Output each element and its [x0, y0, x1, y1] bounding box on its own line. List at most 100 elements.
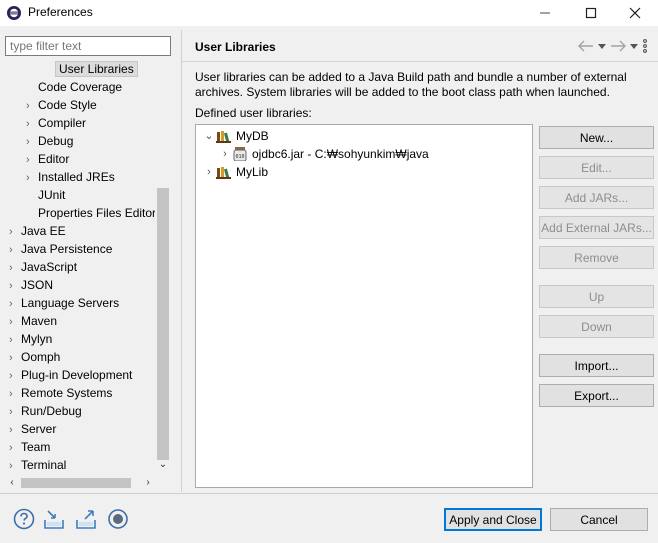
close-button[interactable] — [612, 0, 658, 26]
chevron-right-icon[interactable]: › — [218, 145, 232, 163]
chevron-right-icon[interactable]: › — [9, 259, 21, 277]
add-jars-button[interactable]: Add JARs... — [539, 186, 654, 209]
tree-item-label: JUnit — [38, 188, 66, 202]
tree-item[interactable]: › Server — [9, 420, 56, 438]
scrollbar-thumb[interactable] — [157, 188, 169, 460]
chevron-right-icon[interactable]: › — [9, 457, 21, 475]
library-icon — [216, 167, 231, 179]
chevron-right-icon[interactable]: › — [9, 331, 21, 349]
add-external-jars-button[interactable]: Add External JARs... — [539, 216, 654, 239]
tree-item[interactable]: Properties Files Editor — [26, 204, 156, 222]
tree-item-label: User Libraries — [55, 61, 138, 77]
help-icon[interactable] — [13, 508, 35, 530]
chevron-right-icon[interactable]: › — [9, 439, 21, 457]
new-button[interactable]: New... — [539, 126, 654, 149]
tree-item-label: Editor — [38, 152, 70, 166]
tree-item[interactable]: › JavaScript — [9, 258, 77, 276]
chevron-right-icon[interactable]: › — [9, 277, 21, 295]
tree-item-label: Code Style — [38, 98, 97, 112]
user-libraries-tree[interactable]: ⌄ MyDB › 010 ojdbc6.jar - C:₩sohyunkim₩java ›… — [195, 124, 533, 488]
import-button[interactable]: Import... — [539, 354, 654, 377]
page-nav — [578, 38, 648, 54]
chevron-right-icon[interactable]: › — [9, 367, 21, 385]
export-button[interactable]: Export... — [539, 384, 654, 407]
scroll-right-icon[interactable]: › — [141, 476, 155, 490]
scroll-down-icon[interactable]: ⌄ — [155, 458, 171, 472]
chevron-right-icon[interactable]: › — [9, 241, 21, 259]
chevron-right-icon[interactable]: › — [26, 169, 38, 187]
tree-item-label: Language Servers — [21, 296, 120, 310]
back-arrow-icon[interactable] — [578, 40, 594, 52]
page-header: User Libraries — [182, 30, 658, 62]
tree-item[interactable]: › Terminal — [9, 456, 66, 474]
library-entry[interactable]: ⌄ MyDB — [202, 127, 269, 145]
scroll-left-icon[interactable]: ‹ — [5, 476, 19, 490]
cancel-button[interactable]: Cancel — [550, 508, 648, 531]
tree-item[interactable]: › Plug-in Development — [9, 366, 132, 384]
tree-item[interactable]: Code Coverage — [26, 78, 122, 96]
maximize-button[interactable] — [568, 0, 614, 26]
record-icon[interactable] — [107, 508, 129, 530]
tree-horizontal-scrollbar[interactable]: ‹ › — [5, 476, 155, 490]
library-entry[interactable]: › MyLib — [202, 163, 268, 181]
chevron-right-icon[interactable]: › — [9, 295, 21, 313]
back-history-dropdown-icon[interactable] — [598, 42, 606, 50]
chevron-down-icon[interactable]: ⌄ — [202, 127, 216, 145]
chevron-right-icon[interactable]: › — [26, 97, 38, 115]
tree-item[interactable]: › Code Style — [26, 96, 97, 114]
tree-item[interactable]: › Maven — [9, 312, 57, 330]
filter-input[interactable] — [5, 36, 171, 56]
down-button[interactable]: Down — [539, 315, 654, 338]
hscrollbar-thumb[interactable] — [21, 478, 131, 488]
scroll-up-arrow[interactable] — [155, 60, 171, 74]
import-preferences-icon[interactable] — [43, 508, 65, 530]
tree-item[interactable]: › Installed JREs — [26, 168, 115, 186]
edit-button[interactable]: Edit... — [539, 156, 654, 179]
page-description: User libraries can be added to a Java Bu… — [195, 70, 627, 99]
tree-item[interactable]: › JSON — [9, 276, 53, 294]
tree-item[interactable]: JUnit — [26, 186, 65, 204]
tree-item[interactable]: › Java EE — [9, 222, 66, 240]
minimize-button[interactable] — [522, 0, 568, 26]
chevron-right-icon[interactable]: › — [26, 151, 38, 169]
view-menu-icon[interactable] — [642, 39, 648, 53]
tree-item-label: Code Coverage — [38, 80, 123, 94]
remove-button[interactable]: Remove — [539, 246, 654, 269]
chevron-right-icon[interactable]: › — [9, 421, 21, 439]
chevron-right-icon[interactable]: › — [9, 223, 21, 241]
tree-item[interactable]: › Team — [9, 438, 50, 456]
forward-history-dropdown-icon[interactable] — [630, 42, 638, 50]
tree-item[interactable]: › Compiler — [26, 114, 86, 132]
tree-vertical-scrollbar[interactable]: ⌄ — [155, 60, 171, 474]
tree-item[interactable]: › Language Servers — [9, 294, 119, 312]
chevron-right-icon[interactable]: › — [202, 163, 216, 181]
chevron-right-icon[interactable]: › — [9, 349, 21, 367]
tree-item[interactable]: › Debug — [26, 132, 73, 150]
tree-item[interactable]: › Oomph — [9, 348, 60, 366]
eclipse-icon — [7, 6, 21, 20]
tree-item-label: Plug-in Development — [21, 368, 133, 382]
jar-entry[interactable]: › 010 ojdbc6.jar - C:₩sohyunkim₩java — [218, 145, 429, 163]
page-title: User Libraries — [195, 40, 276, 54]
chevron-right-icon[interactable]: › — [9, 385, 21, 403]
tree-item-label: Installed JREs — [38, 170, 115, 184]
apply-and-close-button[interactable]: Apply and Close — [444, 508, 542, 531]
tree-item[interactable]: › Java Persistence — [9, 240, 112, 258]
chevron-right-icon[interactable]: › — [9, 313, 21, 331]
tree-item[interactable]: › Mylyn — [9, 330, 52, 348]
tree-item-label: Maven — [21, 314, 58, 328]
export-preferences-icon[interactable] — [75, 508, 97, 530]
up-button[interactable]: Up — [539, 285, 654, 308]
tree-item[interactable]: › Editor — [26, 150, 69, 168]
panel-divider[interactable] — [181, 30, 182, 492]
library-label: MyDB — [236, 129, 269, 143]
tree-item-label: Remote Systems — [21, 386, 113, 400]
chevron-right-icon[interactable]: › — [9, 403, 21, 421]
tree-item-label: Java Persistence — [21, 242, 113, 256]
chevron-right-icon[interactable]: › — [26, 133, 38, 151]
tree-item[interactable]: › Run/Debug — [9, 402, 82, 420]
chevron-right-icon[interactable]: › — [26, 115, 38, 133]
forward-arrow-icon[interactable] — [610, 40, 626, 52]
tree-item[interactable]: › Remote Systems — [9, 384, 112, 402]
tree-item[interactable]: User Libraries — [43, 60, 138, 78]
